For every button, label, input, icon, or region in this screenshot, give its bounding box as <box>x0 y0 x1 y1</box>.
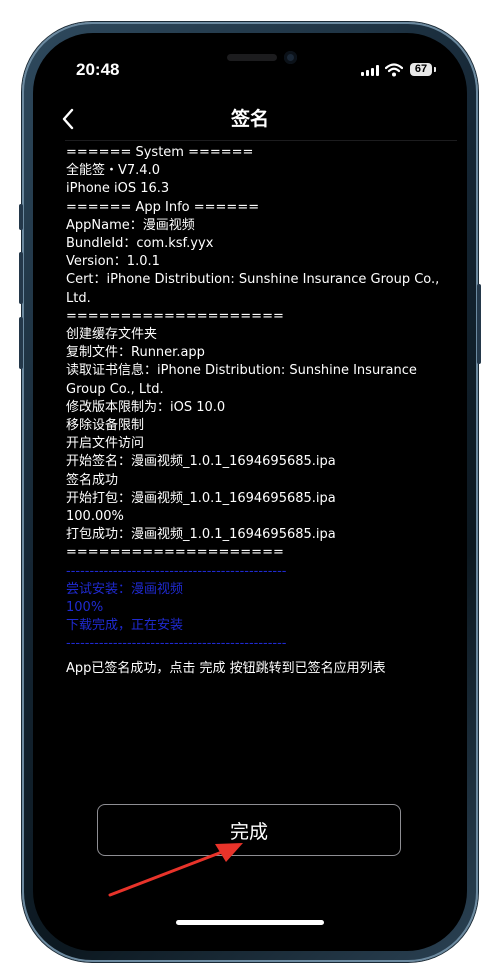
front-camera <box>284 51 297 64</box>
log-line: ==================== <box>66 308 284 324</box>
log-line: 读取证书信息：iPhone Distribution: Sunshine Ins… <box>66 363 422 397</box>
log-line: ====== App Info ====== <box>66 199 260 215</box>
earpiece-speaker <box>227 54 277 61</box>
install-log-line: 100% <box>66 600 104 616</box>
log-line: AppName：漫画视频 <box>66 217 195 233</box>
battery-icon: 67 <box>410 63 432 76</box>
log-line: ==================== <box>66 545 284 561</box>
success-note: App已签名成功，点击 完成 按钮跳转到已签名应用列表 <box>66 660 386 676</box>
install-log-line: 尝试安装：漫画视频 <box>66 581 184 597</box>
signal-icon <box>361 65 379 76</box>
status-time: 20:48 <box>76 60 120 79</box>
log-line: 全能签・V7.4.0 <box>66 163 160 179</box>
done-button[interactable]: 完成 <box>97 804 401 856</box>
log-line: 修改版本限制为：iOS 10.0 <box>66 399 226 415</box>
log-line: 创建缓存文件夹 <box>66 327 158 343</box>
sign-log: ====== System ====== 全能签・V7.4.0 iPhone i… <box>66 144 451 678</box>
power-button <box>477 284 481 364</box>
log-line: Version：1.0.1 <box>66 254 160 270</box>
install-log-line: ----------------------------------------… <box>66 636 287 652</box>
battery-nub <box>434 67 436 72</box>
silent-switch <box>19 204 23 230</box>
log-line: BundleId：com.ksf.yyx <box>66 236 214 252</box>
log-line: 签名成功 <box>66 472 119 488</box>
log-line: 100.00% <box>66 509 124 525</box>
install-log-line: ----------------------------------------… <box>66 563 287 579</box>
volume-up-button <box>19 252 23 304</box>
phone-screen: 20:48 67 签名 ====== System ====== 全能签・V7.… <box>33 33 467 951</box>
log-line: iPhone iOS 16.3 <box>66 181 170 197</box>
log-line: 开始签名：漫画视频_1.0.1_1694695685.ipa <box>66 454 336 470</box>
log-line: 移除设备限制 <box>66 418 145 434</box>
log-line: 打包成功：漫画视频_1.0.1_1694695685.ipa <box>66 527 336 543</box>
install-log-line: 下载完成，正在安装 <box>66 618 184 634</box>
log-line: 开启文件访问 <box>66 436 145 452</box>
log-line: Cert：iPhone Distribution: Sunshine Insur… <box>66 272 444 306</box>
wifi-icon <box>385 63 403 77</box>
log-line: ====== System ====== <box>66 145 254 160</box>
volume-down-button <box>19 317 23 369</box>
page-title: 签名 <box>230 108 269 130</box>
log-line: 开始打包：漫画视频_1.0.1_1694695685.ipa <box>66 490 336 506</box>
log-line: 复制文件：Runner.app <box>66 345 205 361</box>
nav-divider <box>65 140 457 141</box>
home-indicator[interactable] <box>176 920 324 925</box>
